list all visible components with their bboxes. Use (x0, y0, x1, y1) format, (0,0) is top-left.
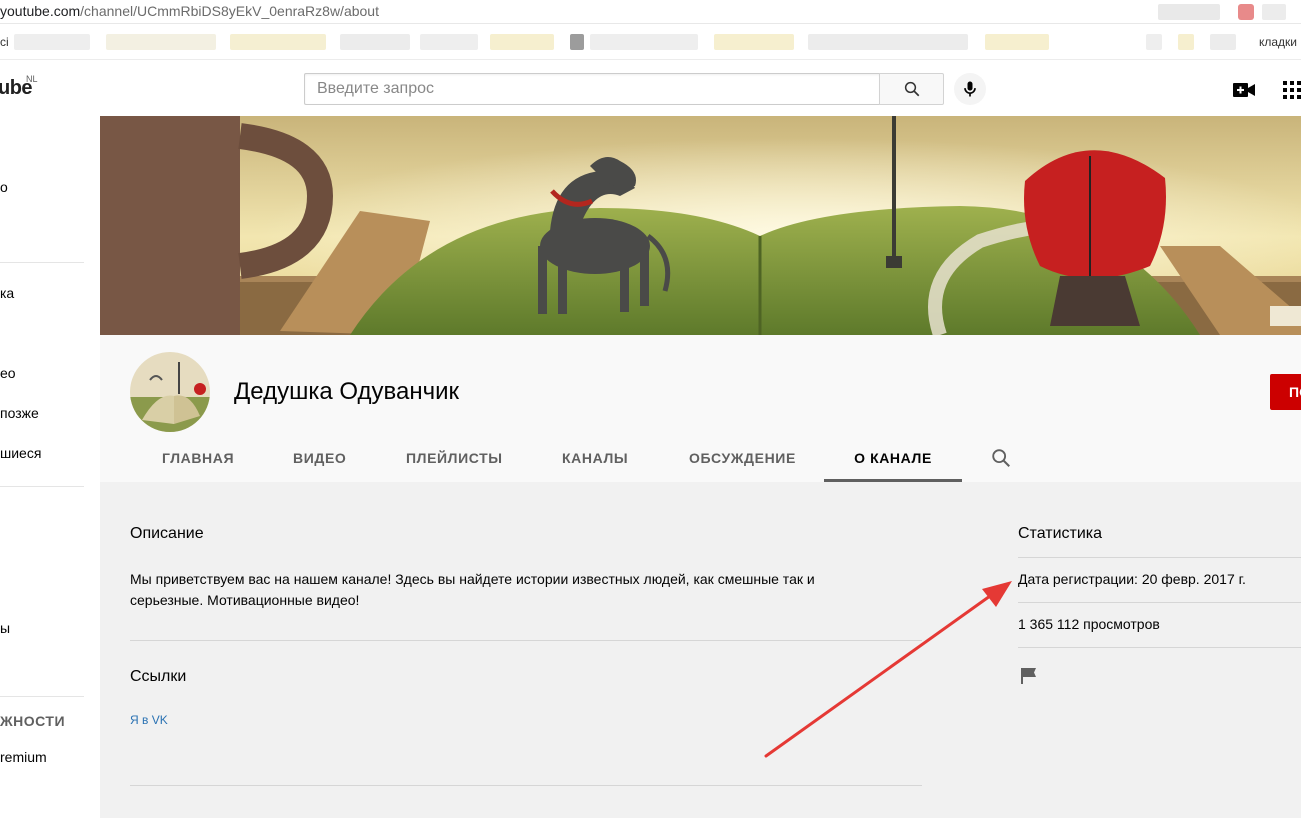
divider (130, 640, 922, 641)
blurred-extension[interactable] (1262, 4, 1286, 20)
vk-link[interactable]: Я в VK (130, 713, 168, 727)
voice-search-button[interactable] (954, 73, 986, 105)
channel-avatar[interactable] (130, 352, 210, 432)
blurred-extension[interactable] (1158, 4, 1220, 20)
tab-discussion[interactable]: ОБСУЖДЕНИЕ (689, 435, 796, 482)
blurred-bookmark[interactable] (14, 34, 90, 50)
search-icon (904, 81, 919, 97)
sidebar-divider (0, 486, 84, 487)
tab-about[interactable]: О КАНАЛЕ (824, 435, 962, 482)
sidebar-divider (0, 262, 84, 263)
blurred-bookmark[interactable] (985, 34, 1049, 50)
links-title: Ссылки (130, 668, 187, 685)
divider (1018, 557, 1301, 558)
description-text: Мы приветствуем вас на нашем канале! Зде… (130, 571, 815, 608)
tab-playlists[interactable]: ПЛЕЙЛИСТЫ (406, 435, 503, 482)
subscribe-button[interactable]: ПО (1270, 374, 1301, 410)
search-icon (992, 449, 1010, 467)
search-box[interactable] (304, 73, 880, 105)
blurred-bookmark[interactable] (490, 34, 554, 50)
video-camera-icon (1233, 83, 1255, 97)
channel-name: Дедушка Одуванчик (234, 378, 460, 405)
mic-icon (964, 81, 976, 97)
registration-date: Дата регистрации: 20 февр. 2017 г. (1018, 571, 1246, 587)
sidebar-item-liked[interactable]: шиеся (0, 445, 41, 461)
channel-search-button[interactable] (990, 447, 1014, 471)
stats-title: Статистика (1018, 525, 1103, 542)
flag-icon (1021, 668, 1036, 684)
blurred-bookmark[interactable] (590, 34, 698, 50)
sidebar-item-watch-later[interactable]: позже (0, 405, 39, 421)
blurred-bookmark[interactable] (1210, 34, 1236, 50)
bookmarks-bar: ci кладки (0, 24, 1301, 60)
blurred-bookmark[interactable] (808, 34, 968, 50)
sidebar-item[interactable]: о (0, 179, 8, 195)
tab-home[interactable]: ГЛАВНАЯ (162, 435, 234, 482)
logo-region: NL (26, 74, 38, 84)
blurred-bookmark[interactable] (230, 34, 326, 50)
channel-header: Дедушка Одуванчик ПО ГЛАВНАЯ ВИДЕО ПЛЕЙЛ… (100, 335, 1301, 482)
blurred-bookmark[interactable] (340, 34, 410, 50)
url-text[interactable]: youtube.com/channel/UCmmRbiDS8yEkV_0enra… (0, 3, 379, 19)
blurred-bookmark[interactable] (1178, 34, 1194, 50)
other-bookmarks[interactable]: кладки (1259, 35, 1297, 49)
browser-address-bar[interactable]: youtube.com/channel/UCmmRbiDS8yEkV_0enra… (0, 0, 1301, 24)
sidebar-section-title: ЖНОСТИ (0, 713, 66, 729)
avatar-image (130, 352, 210, 432)
sidebar-item[interactable]: ы (0, 620, 10, 636)
blurred-bookmark[interactable] (420, 34, 478, 50)
url-path: /channel/UCmmRbiDS8yEkV_0enraRz8w/about (80, 3, 379, 19)
search-button[interactable] (879, 73, 944, 105)
url-host: youtube.com (0, 3, 81, 19)
masthead: ube NL (0, 60, 1301, 116)
blurred-bookmark-icon[interactable] (570, 34, 584, 50)
about-content: Описание Мы приветствуем вас на нашем ка… (100, 482, 1301, 818)
report-button[interactable] (1020, 667, 1040, 687)
sidebar-item-premium[interactable]: remium (0, 749, 47, 765)
banner-image (100, 116, 1301, 335)
divider (1018, 647, 1301, 648)
sidebar-item[interactable]: ео (0, 365, 16, 381)
bookmark-fragment[interactable]: ci (0, 35, 9, 49)
view-count: 1 365 112 просмотров (1018, 616, 1160, 632)
sidebar-divider (0, 696, 84, 697)
divider (1018, 602, 1301, 603)
tab-channels[interactable]: КАНАЛЫ (562, 435, 628, 482)
sidebar-item[interactable]: ка (0, 285, 14, 301)
channel-banner (100, 116, 1301, 335)
sidebar: о ка ео позже шиеся ы ЖНОСТИ remium (0, 116, 100, 818)
divider (130, 785, 922, 786)
blurred-bookmark[interactable] (1146, 34, 1162, 50)
blurred-extension-icon[interactable] (1238, 4, 1254, 20)
search-input[interactable] (305, 74, 880, 104)
tab-videos[interactable]: ВИДЕО (293, 435, 346, 482)
apps-grid-icon (1283, 81, 1301, 99)
create-video-button[interactable] (1232, 78, 1256, 102)
blurred-bookmark[interactable] (106, 34, 216, 50)
blurred-bookmark[interactable] (714, 34, 794, 50)
apps-button[interactable] (1280, 78, 1301, 102)
description-title: Описание (130, 525, 204, 542)
